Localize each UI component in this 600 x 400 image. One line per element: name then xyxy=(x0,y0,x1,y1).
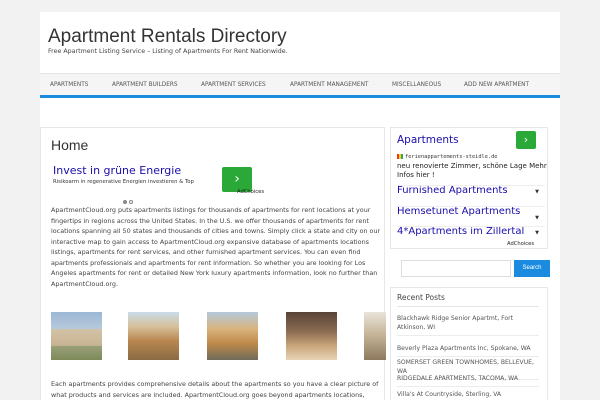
divider xyxy=(397,306,539,307)
adchoices-label[interactable]: AdChoices xyxy=(507,241,534,247)
nav-item-apartment-builders[interactable]: Apartment Builders xyxy=(112,74,178,96)
nav-item-apartment-management[interactable]: Apartment Management xyxy=(290,74,368,96)
apartment-photo xyxy=(51,312,102,360)
site-title[interactable]: Apartment Rentals Directory xyxy=(48,26,287,48)
site-description: Free Apartment Listing Service – Listing… xyxy=(48,48,288,55)
flag-icon xyxy=(397,154,403,159)
sidebar-ad-link[interactable]: 4*Apartments im Zillertal xyxy=(397,226,545,240)
search-button[interactable]: Search xyxy=(514,260,550,277)
sidebar-ad-description: neu renovierte Zimmer, schöne Lage Mehr … xyxy=(397,162,547,179)
ad-subtitle[interactable]: Risikoarm in regenerative Energien inves… xyxy=(53,179,213,186)
recent-post-link[interactable]: Beverly Plaza Apartments Inc, Spokane, W… xyxy=(397,344,539,357)
sidebar-ad-url-text[interactable]: ferienappartements-steidle.de xyxy=(405,154,497,160)
nav-item-miscellaneous[interactable]: Miscellaneous xyxy=(392,74,441,96)
search-form: Search xyxy=(401,260,550,277)
sidebar-ad-link[interactable]: Furnished Apartments xyxy=(397,185,545,199)
nav-item-add-new-apartment[interactable]: Add New Apartment xyxy=(464,74,529,96)
main-nav: Apartments Apartment Builders Apartment … xyxy=(40,73,560,95)
apartment-photo xyxy=(364,312,386,360)
recent-posts-widget: Recent Posts Blackhawk Ridge Senior Apar… xyxy=(390,287,548,400)
nav-item-apartments[interactable]: Apartments xyxy=(50,74,88,96)
sidebar-ad-title[interactable]: Apartments xyxy=(397,134,459,146)
apartment-photo xyxy=(286,312,337,360)
recent-posts-title: Recent Posts xyxy=(397,293,445,302)
sidebar-ad-link-text[interactable]: Furnished Apartments xyxy=(397,186,508,196)
nav-item-apartment-services[interactable]: Apartment Services xyxy=(201,74,266,96)
sidebar: Apartments › ferienappartements-steidle.… xyxy=(390,127,550,400)
details-paragraph: Each apartments provides comprehensive d… xyxy=(51,380,379,399)
intro-paragraph: ApartmentCloud.org puts apartments listi… xyxy=(51,206,381,288)
caret-down-icon[interactable]: ▼ xyxy=(535,215,539,221)
sidebar-ad-link-text[interactable]: Hemsetunet Apartments xyxy=(397,207,520,217)
nav-accent-bar xyxy=(40,95,560,98)
page-title: Home xyxy=(51,137,89,153)
sidebar-ad-link-text[interactable]: 4*Apartments im Zillertal xyxy=(397,227,524,237)
recent-post-link[interactable]: Blackhawk Ridge Senior Apartmt, Fort Atk… xyxy=(397,314,539,336)
ad-title-link[interactable]: Invest in grüne Energie xyxy=(53,164,181,177)
sidebar-ad-url[interactable]: ferienappartements-steidle.de xyxy=(397,154,497,160)
main-content: Home Invest in grüne Energie Risikoarm i… xyxy=(40,127,386,400)
page-wrapper: Apartment Rentals Directory Free Apartme… xyxy=(40,12,560,400)
caret-down-icon[interactable]: ▼ xyxy=(535,189,539,195)
ad-dot[interactable] xyxy=(129,200,133,204)
ad-dot[interactable] xyxy=(123,200,127,204)
apartment-photo xyxy=(128,312,179,360)
caret-down-icon[interactable]: ▼ xyxy=(535,230,539,236)
chevron-right-icon[interactable]: › xyxy=(516,131,536,149)
apartment-photo xyxy=(207,312,258,360)
sidebar-ad-link[interactable]: Hemsetunet Apartments xyxy=(397,206,545,220)
sidebar-ad: Apartments › ferienappartements-steidle.… xyxy=(390,127,548,249)
search-input[interactable] xyxy=(401,260,511,277)
adchoices-label[interactable]: AdChoices xyxy=(237,189,264,195)
recent-post-link[interactable]: Villa's At Countryside, Sterling, VA xyxy=(397,390,539,400)
recent-post-link[interactable]: RIDGEDALE APARTMENTS, TACOMA, WA xyxy=(397,374,539,387)
